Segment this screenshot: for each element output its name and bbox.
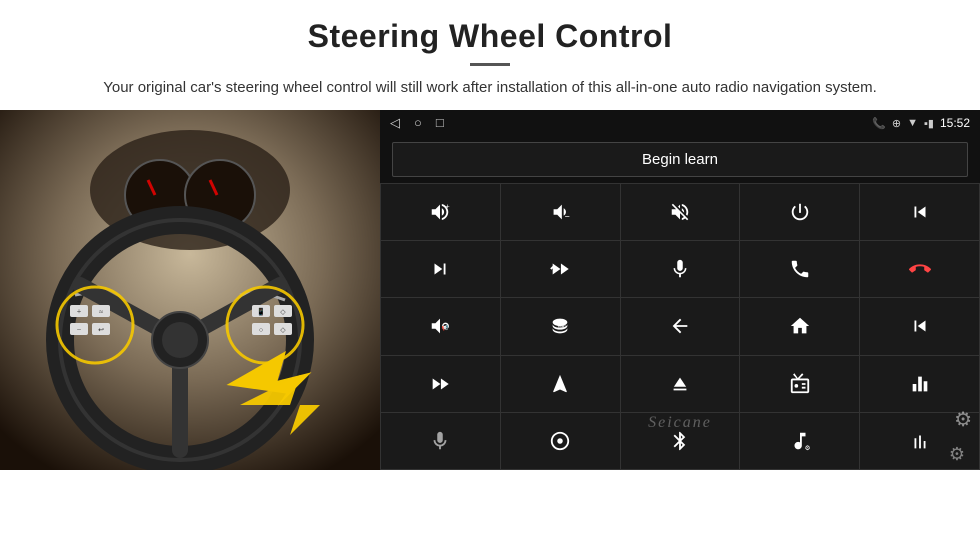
next-button[interactable] xyxy=(381,241,500,297)
svg-text:↩: ↩ xyxy=(98,326,104,334)
eject-button[interactable] xyxy=(621,356,740,412)
svg-text:360°: 360° xyxy=(557,324,566,329)
mic-button[interactable] xyxy=(621,241,740,297)
recents-nav-icon[interactable]: □ xyxy=(436,115,444,131)
phone-status-icon: 📞 xyxy=(872,117,886,130)
svg-text:−: − xyxy=(77,325,82,334)
header-section: Steering Wheel Control Your original car… xyxy=(0,0,980,110)
svg-text:◇: ◇ xyxy=(280,308,286,316)
home-button[interactable] xyxy=(740,298,859,354)
svg-text:⚙: ⚙ xyxy=(804,445,810,452)
gps-status-icon: ⊕ xyxy=(892,117,901,130)
bluetooth-button[interactable] xyxy=(621,413,740,469)
svg-text:−: − xyxy=(565,211,570,221)
svg-text:+: + xyxy=(446,201,450,210)
vol-down-button[interactable]: − xyxy=(501,184,620,240)
svg-text:≈: ≈ xyxy=(99,308,103,316)
nav-button[interactable] xyxy=(501,356,620,412)
speaker-button[interactable]: 📢 xyxy=(381,298,500,354)
android-statusbar: ◁ ○ □ 📞 ⊕ ▼ ▪▮ 15:52 xyxy=(380,110,980,136)
settings2-button[interactable] xyxy=(501,413,620,469)
title-divider xyxy=(470,63,510,66)
hang-up-button[interactable] xyxy=(860,241,979,297)
equalizer-button[interactable] xyxy=(860,356,979,412)
back-button[interactable] xyxy=(621,298,740,354)
statusbar-right: 📞 ⊕ ▼ ▪▮ 15:52 xyxy=(872,116,970,130)
nav-icons: ◁ ○ □ xyxy=(390,115,444,131)
svg-text:📱: 📱 xyxy=(257,307,266,316)
svg-text:○: ○ xyxy=(259,326,263,334)
home-nav-icon[interactable]: ○ xyxy=(414,115,422,131)
radio-button[interactable] xyxy=(740,356,859,412)
android-panel: ◁ ○ □ 📞 ⊕ ▼ ▪▮ 15:52 Begin learn xyxy=(380,110,980,470)
mute-button[interactable] xyxy=(621,184,740,240)
power-button[interactable] xyxy=(740,184,859,240)
skip-fwd-button[interactable] xyxy=(501,241,620,297)
svg-text:📢: 📢 xyxy=(442,325,449,332)
phone-button[interactable] xyxy=(740,241,859,297)
wifi-status-icon: ▼ xyxy=(907,117,918,129)
gear-icon[interactable]: ⚙ xyxy=(954,407,972,432)
page-title: Steering Wheel Control xyxy=(60,18,920,55)
mic2-button[interactable] xyxy=(381,413,500,469)
subtitle: Your original car's steering wheel contr… xyxy=(90,76,890,100)
360-button[interactable]: 360° xyxy=(501,298,620,354)
svg-text:◇: ◇ xyxy=(280,326,286,334)
content-area: + ≈ − ↩ 📱 ◇ ○ ◇ xyxy=(0,110,980,548)
vol-up-button[interactable]: + xyxy=(381,184,500,240)
page-wrapper: Steering Wheel Control Your original car… xyxy=(0,0,980,548)
controls-grid: + − xyxy=(380,183,980,470)
begin-learn-bar: Begin learn xyxy=(380,136,980,183)
music-button[interactable]: ⚙ xyxy=(740,413,859,469)
clock-display: 15:52 xyxy=(940,116,970,130)
back-nav-icon[interactable]: ◁ xyxy=(390,115,400,131)
battery-status-icon: ▪▮ xyxy=(924,117,934,130)
rewind-button[interactable] xyxy=(860,298,979,354)
svg-text:+: + xyxy=(77,307,82,316)
steering-wheel-photo: + ≈ − ↩ 📱 ◇ ○ ◇ xyxy=(0,110,380,470)
begin-learn-button[interactable]: Begin learn xyxy=(392,142,968,177)
prev-track-button[interactable] xyxy=(860,184,979,240)
fast-fwd-button[interactable] xyxy=(381,356,500,412)
